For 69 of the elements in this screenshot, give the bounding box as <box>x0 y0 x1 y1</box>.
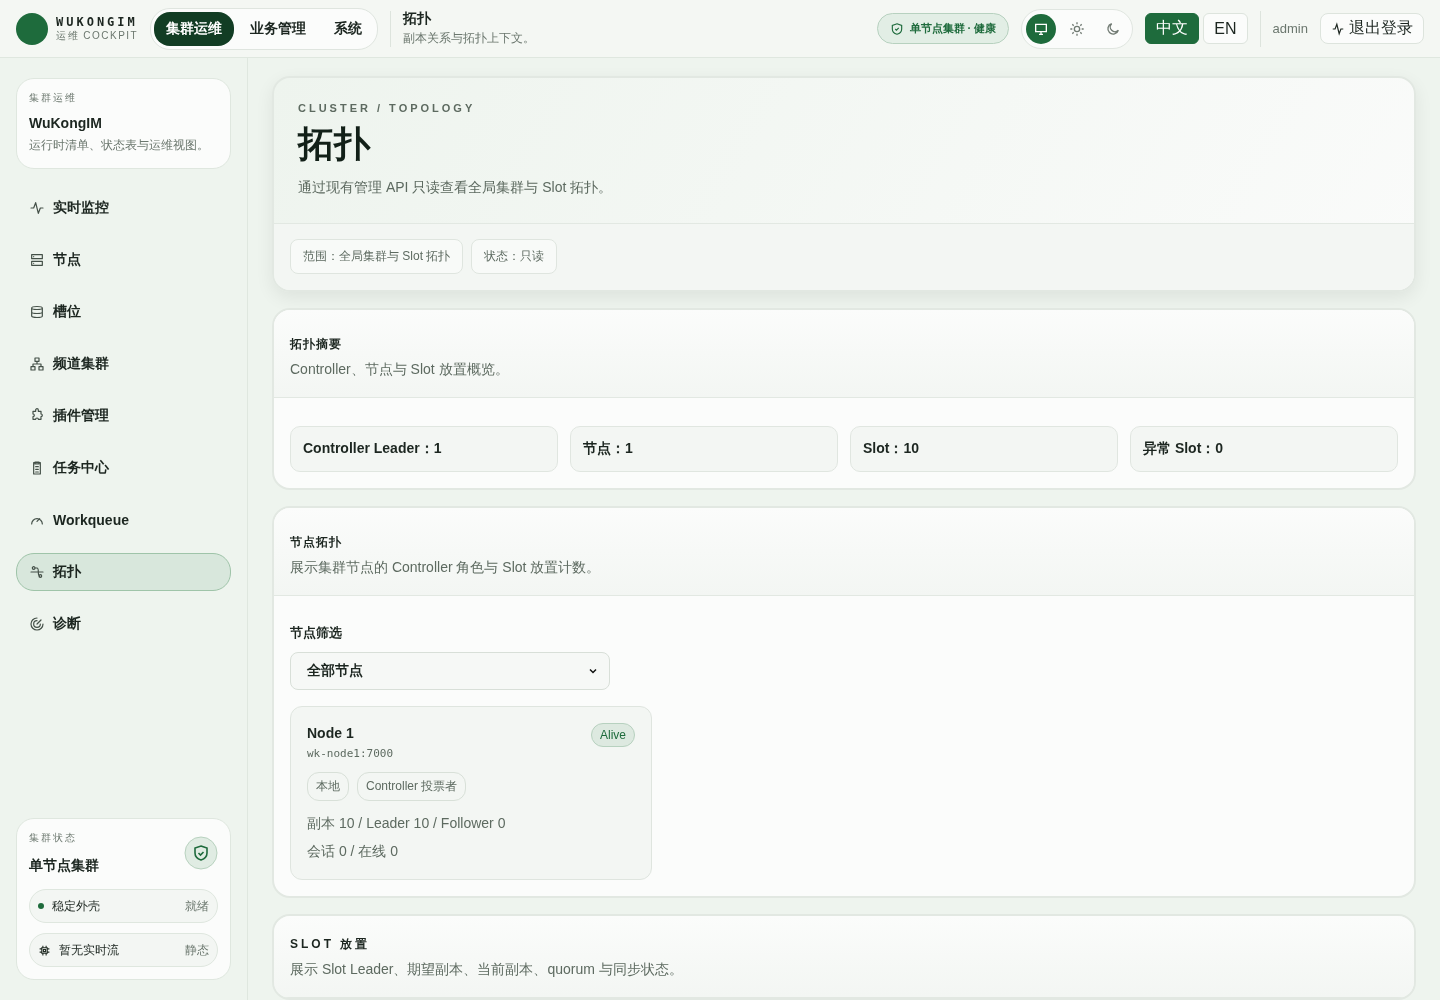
hero-title: 拓扑 <box>298 122 372 166</box>
node-tag: Controller 投票者 <box>357 772 467 801</box>
section-title: 拓扑摘要 <box>290 336 343 353</box>
section-description: 展示 Slot Leader、期望副本、当前副本、quorum 与同步状态。 <box>290 961 684 979</box>
stat-tile: Controller Leader：1 <box>290 426 558 472</box>
page-subtitle: 副本关系与拓扑上下文。 <box>403 30 536 47</box>
status-badge: Alive <box>591 723 635 747</box>
server-icon <box>29 252 45 268</box>
sidebar-item[interactable]: 拓扑 <box>16 553 231 591</box>
status-label: 稳定外壳 <box>52 897 101 915</box>
language-button[interactable]: 中文 <box>1145 13 1200 44</box>
hero-description: 通过现有管理 API 只读查看全局集群与 Slot 拓扑。 <box>298 179 614 197</box>
node-tag: 本地 <box>307 772 349 801</box>
moon-icon <box>1105 20 1122 37</box>
breadcrumb: CLUSTER / TOPOLOGY <box>298 102 477 114</box>
page-title: 拓扑 <box>403 10 433 28</box>
chip-icon <box>38 943 51 957</box>
info-chip: 状态：只读 <box>471 239 558 274</box>
logo-icon <box>16 12 48 45</box>
language-button[interactable]: EN <box>1203 13 1248 44</box>
stat-tile: 节点：1 <box>570 426 838 472</box>
section-title: SLOT 放置 <box>290 936 372 953</box>
replica-counts: 副本 10 / Leader 10 / Follower 0 <box>307 815 507 833</box>
section-description: 展示集群节点的 Controller 角色与 Slot 放置计数。 <box>290 559 602 577</box>
sidebar-item[interactable]: 任务中心 <box>16 449 231 487</box>
status-label: 暂无实时流 <box>59 941 120 959</box>
top-tab[interactable]: 集群运维 <box>154 11 235 46</box>
status-value: 就绪 <box>185 897 209 915</box>
sidebar-item[interactable]: 插件管理 <box>16 397 231 435</box>
sidebar-item[interactable]: 实时监控 <box>16 189 231 227</box>
stat-tile: 异常 Slot：0 <box>1130 426 1398 472</box>
node-filter-select[interactable]: 全部节点 <box>290 652 610 690</box>
sidebar-item[interactable]: 槽位 <box>16 293 231 331</box>
network-icon <box>29 356 45 372</box>
sidebar-item[interactable]: 节点 <box>16 241 231 279</box>
topology-icon <box>29 564 45 580</box>
sidebar-item[interactable]: 诊断 <box>16 605 231 643</box>
top-tab[interactable]: 系统 <box>322 11 375 46</box>
health-badge: 单节点集群 · 健康 <box>876 13 1010 44</box>
node-name: Node 1 <box>307 725 354 741</box>
database-icon <box>29 304 45 320</box>
shield-icon <box>889 21 904 36</box>
info-chip: 范围：全局集群与 Slot 拓扑 <box>290 239 464 274</box>
top-tab[interactable]: 业务管理 <box>238 11 319 46</box>
sun-icon <box>1069 20 1086 37</box>
username: admin <box>1272 21 1308 36</box>
status-value: 静态 <box>185 941 209 959</box>
card-eyebrow: 集群状态 <box>29 831 78 845</box>
sidebar-item[interactable]: Workqueue <box>16 501 231 539</box>
node-address: wk-node1:7000 <box>307 747 395 760</box>
activity-icon <box>29 200 45 216</box>
session-counts: 会话 0 / 在线 0 <box>307 843 400 861</box>
brand-name: WUKONGIM <box>56 14 139 29</box>
logout-button[interactable]: 退出登录 <box>1320 13 1424 44</box>
card-title: 单节点集群 <box>29 857 99 875</box>
filter-label: 节点筛选 <box>290 624 342 642</box>
shield-icon <box>184 836 218 870</box>
radar-icon <box>29 616 45 632</box>
card-title: WuKongIM <box>29 115 103 131</box>
section-description: Controller、节点与 Slot 放置概览。 <box>290 361 510 379</box>
stat-tile: Slot：10 <box>850 426 1118 472</box>
monitor-button[interactable] <box>1026 13 1057 44</box>
status-dot <box>38 903 44 909</box>
card-description: 运行时清单、状态表与运维视图。 <box>29 137 210 154</box>
card-eyebrow: 集群运维 <box>29 91 78 105</box>
sidebar-item[interactable]: 频道集群 <box>16 345 231 383</box>
brand-subtitle: 运维 COCKPIT <box>56 28 139 43</box>
section-title: 节点拓扑 <box>290 534 343 551</box>
activity-icon <box>1331 21 1345 36</box>
